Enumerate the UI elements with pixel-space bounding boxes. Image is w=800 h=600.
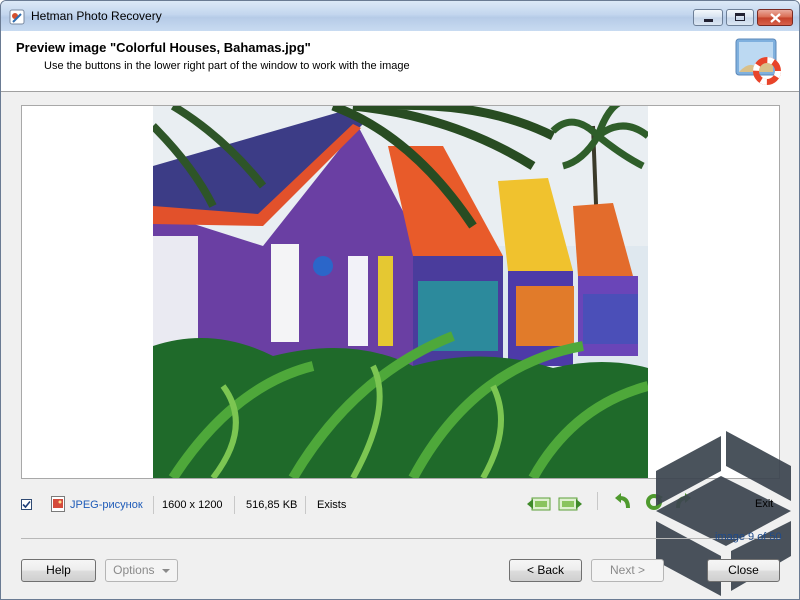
title-bar: Hetman Photo Recovery bbox=[1, 1, 799, 31]
next-image-icon[interactable] bbox=[557, 495, 583, 513]
file-type-link[interactable]: JPEG-рисунок bbox=[70, 499, 143, 519]
app-logo-lifebuoy-icon bbox=[735, 38, 781, 85]
status-divider bbox=[234, 496, 235, 514]
maximize-icon bbox=[735, 13, 745, 21]
rotate-left-icon[interactable] bbox=[613, 493, 633, 511]
close-button[interactable]: Close bbox=[707, 559, 780, 582]
previous-image-icon[interactable] bbox=[526, 495, 552, 513]
keep-file-checkbox[interactable] bbox=[21, 499, 32, 510]
colorful-houses-photo-icon bbox=[153, 106, 648, 478]
page-header: Preview image "Colorful Houses, Bahamas.… bbox=[1, 31, 799, 92]
status-divider bbox=[153, 496, 154, 514]
exit-preview-link[interactable]: Exit bbox=[755, 498, 773, 518]
options-button[interactable]: Options bbox=[105, 559, 178, 582]
back-button[interactable]: < Back bbox=[509, 559, 582, 582]
close-window-button[interactable] bbox=[757, 9, 793, 26]
window-title: Hetman Photo Recovery bbox=[31, 9, 162, 23]
app-window: Hetman Photo Recovery Preview image "Col… bbox=[0, 0, 800, 600]
chevron-down-icon bbox=[161, 568, 170, 573]
page-subtitle: Use the buttons in the lower right part … bbox=[44, 60, 410, 72]
file-size: 516,85 KB bbox=[246, 499, 298, 511]
options-label: Options bbox=[113, 563, 155, 577]
jpeg-file-icon bbox=[51, 496, 65, 512]
preview-photo bbox=[153, 106, 648, 478]
close-icon bbox=[770, 13, 781, 23]
image-dimensions: 1600 x 1200 bbox=[162, 499, 223, 511]
status-divider bbox=[305, 496, 306, 514]
app-icon bbox=[9, 9, 25, 25]
minimize-icon bbox=[704, 19, 713, 22]
maximize-button[interactable] bbox=[726, 9, 754, 26]
checkmark-icon bbox=[22, 500, 31, 509]
footer-divider bbox=[21, 538, 781, 539]
minimize-button[interactable] bbox=[693, 9, 723, 26]
toolbar-divider bbox=[597, 492, 598, 510]
image-counter: image 9 of 50 bbox=[715, 531, 782, 543]
next-button[interactable]: Next > bbox=[591, 559, 664, 582]
page-title: Preview image "Colorful Houses, Bahamas.… bbox=[16, 40, 311, 55]
help-button[interactable]: Help bbox=[21, 559, 96, 582]
file-state: Exists bbox=[317, 499, 347, 511]
image-preview-area bbox=[21, 105, 780, 479]
